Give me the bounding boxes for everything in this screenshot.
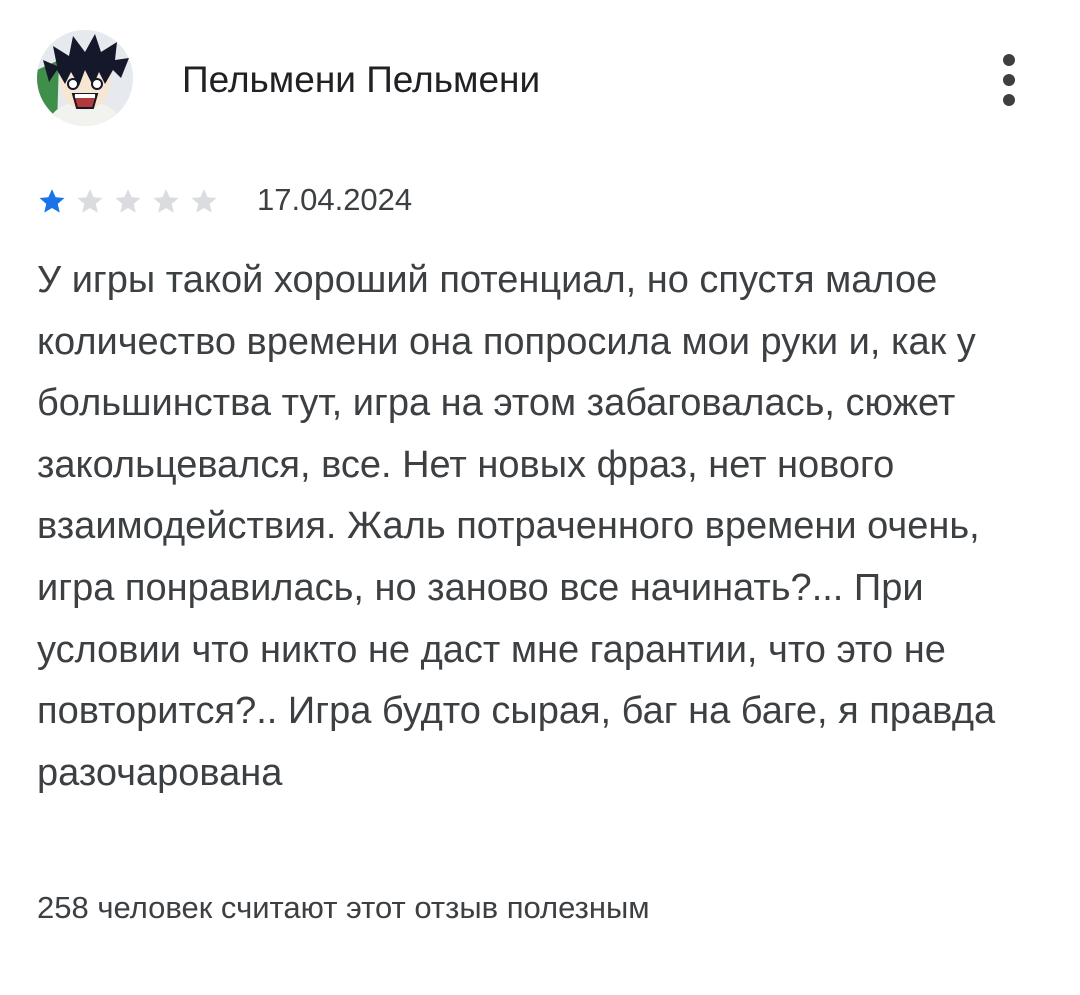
anime-character-avatar-icon [37,30,133,126]
helpful-count: 258 человек считают этот отзыв полезным [37,890,650,925]
review-card: Пельмени Пельмени 17.04.2024 У игры тако… [0,0,1080,995]
more-vertical-icon-dot [1003,94,1015,106]
author-name: Пельмени Пельмени [182,59,541,100]
star-empty-icon [77,189,103,213]
star-empty-icon [115,189,141,213]
star-filled-icon [39,189,65,213]
more-options-button[interactable] [987,50,1031,110]
more-vertical-icon-dot [1003,74,1015,86]
review-meta: 17.04.2024 [37,180,637,220]
author-avatar[interactable] [37,30,133,126]
star-rating [37,186,237,216]
review-header: Пельмени Пельмени [37,30,1047,128]
review-text: У игры такой хороший потенциал, но спуст… [37,259,996,794]
more-vertical-icon [1003,54,1015,66]
star-empty-icon [191,189,217,213]
review-date: 17.04.2024 [257,182,413,217]
star-empty-icon [153,189,179,213]
